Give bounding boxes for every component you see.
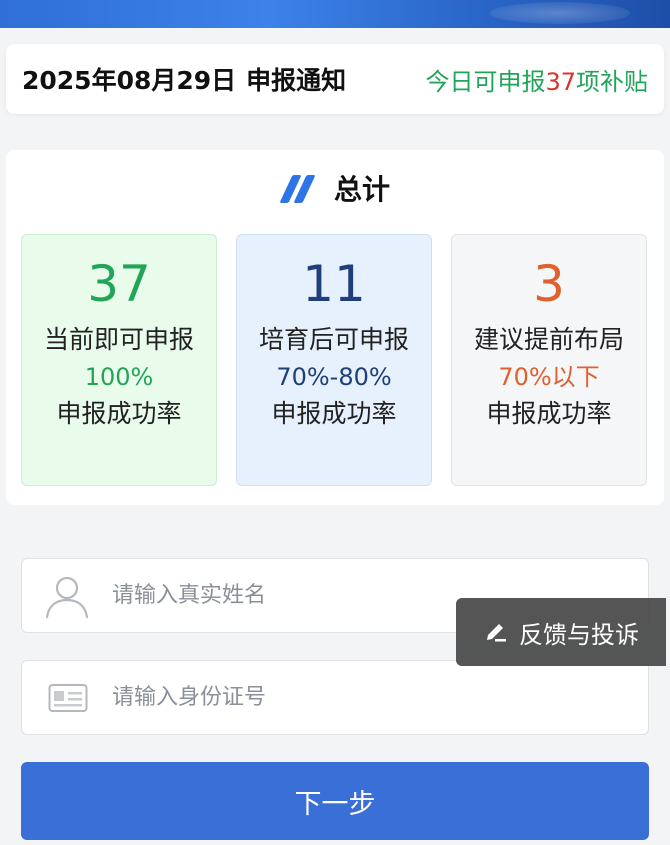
stat-number: 37 bbox=[87, 255, 151, 313]
stat-label: 培育后可申报 bbox=[259, 325, 410, 354]
notice-heading: 2025年08月29日 申报通知 bbox=[22, 61, 346, 97]
notice-count: 37 bbox=[545, 67, 576, 96]
stat-number: 11 bbox=[302, 255, 366, 313]
id-card-icon bbox=[48, 683, 88, 712]
pen-icon bbox=[487, 624, 506, 642]
notice-prefix: 今日可申报 bbox=[425, 67, 546, 96]
feedback-button[interactable]: 反馈与投诉 bbox=[456, 598, 666, 666]
stat-foot: 申报成功率 bbox=[486, 399, 612, 428]
notice-count-text: 今日可申报37项补贴 bbox=[425, 62, 648, 97]
id-number-input[interactable] bbox=[110, 684, 530, 711]
feedback-label: 反馈与投诉 bbox=[519, 620, 639, 649]
stat-foot: 申报成功率 bbox=[56, 399, 182, 428]
stat-card-plan: 3 建议提前布局 70%以下 申报成功率 bbox=[451, 234, 647, 486]
stat-label: 当前即可申报 bbox=[44, 325, 195, 354]
summary-title: 总计 bbox=[333, 173, 390, 206]
stat-label: 建议提前布局 bbox=[474, 325, 625, 354]
next-step-label: 下一步 bbox=[294, 788, 376, 820]
id-field[interactable] bbox=[21, 660, 649, 735]
next-step-button[interactable]: 下一步 bbox=[21, 762, 649, 840]
summary-card: 总计 37 当前即可申报 100% 申报成功率 11 培育后可申报 70%-80… bbox=[6, 150, 664, 505]
stat-number: 3 bbox=[533, 255, 565, 313]
stat-foot: 申报成功率 bbox=[271, 399, 397, 428]
user-icon bbox=[45, 576, 89, 618]
stat-card-ready: 37 当前即可申报 100% 申报成功率 bbox=[21, 234, 217, 486]
stat-card-cultivate: 11 培育后可申报 70%-80% 申报成功率 bbox=[236, 234, 432, 486]
summary-header: 总计 bbox=[6, 166, 664, 210]
notice-date: 2025年08月29日 bbox=[22, 66, 237, 95]
double-slash-icon bbox=[279, 173, 316, 203]
notice-suffix: 项补贴 bbox=[576, 67, 648, 96]
notice-bar: 2025年08月29日 申报通知 今日可申报37项补贴 bbox=[6, 44, 664, 114]
stat-rate: 70%-80% bbox=[276, 363, 392, 391]
notice-title: 申报通知 bbox=[246, 66, 347, 95]
stat-rate: 70%以下 bbox=[498, 363, 600, 391]
top-banner bbox=[0, 0, 670, 28]
stat-rate: 100% bbox=[84, 363, 154, 391]
